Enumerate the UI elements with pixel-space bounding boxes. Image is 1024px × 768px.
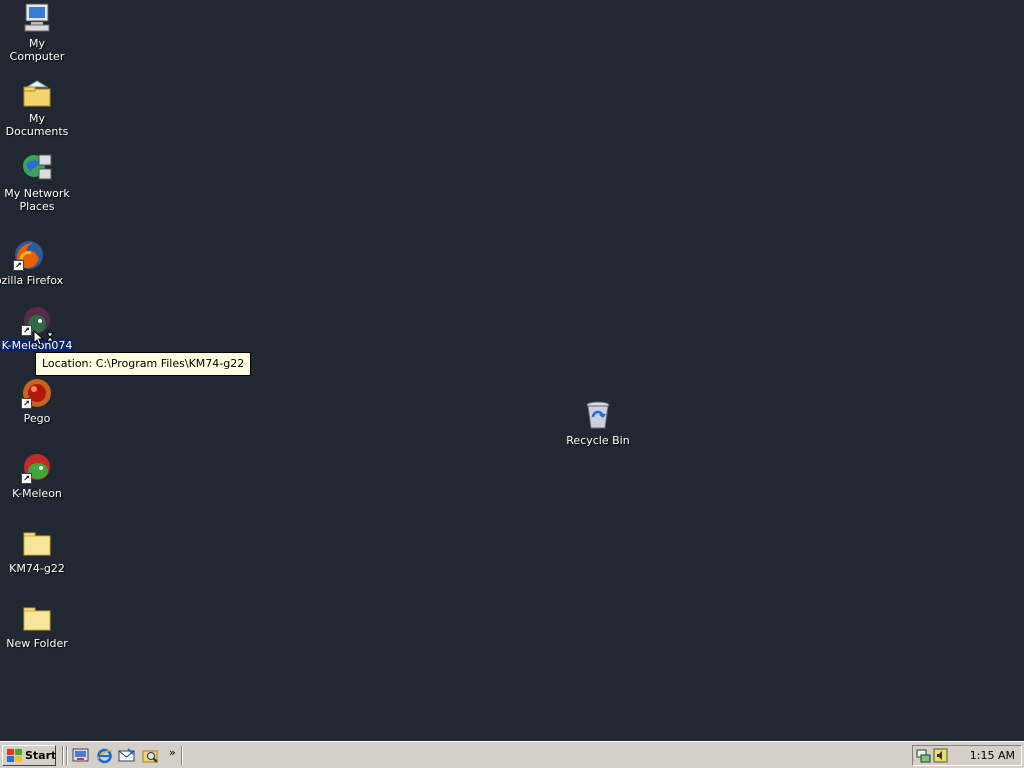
- my-documents-icon: [21, 77, 53, 109]
- desktop-icon-label: Recycle Bin: [566, 434, 630, 447]
- desktop-icon-recycle-bin[interactable]: Recycle Bin: [561, 399, 635, 447]
- desktop-icon-label: New Folder: [6, 637, 68, 650]
- my-computer-icon: [21, 2, 53, 34]
- folder-icon: [21, 602, 53, 634]
- internet-explorer-icon[interactable]: [96, 747, 113, 764]
- folder-icon: [21, 527, 53, 559]
- recycle-bin-icon: [582, 399, 614, 431]
- desktop-icon-my-documents[interactable]: My Documents: [0, 77, 74, 138]
- shortcut-arrow-icon: ↗: [21, 473, 32, 484]
- desktop-icon-label: My Computer: [9, 37, 65, 63]
- show-desktop-icon[interactable]: [72, 747, 89, 764]
- desktop-icon-firefox[interactable]: ↗ ozilla Firefox: [0, 239, 66, 287]
- taskbar: Start » 1:15 AM: [0, 741, 1024, 768]
- desktop[interactable]: My Computer My Documents My Network Plac…: [0, 0, 1024, 741]
- desktop-icon-km74-g22[interactable]: KM74-g22: [0, 527, 74, 575]
- shortcut-arrow-icon: ↗: [21, 325, 32, 336]
- shortcut-arrow-icon: ↗: [21, 398, 32, 409]
- windows-logo-icon: [7, 749, 22, 765]
- start-label: Start: [25, 749, 57, 762]
- desktop-icon-label: Pego: [23, 412, 51, 425]
- network-places-icon: [21, 152, 53, 184]
- network-tray-icon[interactable]: [916, 748, 931, 763]
- desktop-icon-new-folder[interactable]: New Folder: [0, 602, 74, 650]
- desktop-icon-label: My Documents: [5, 112, 69, 138]
- desktop-icon-label: K-Meleon: [12, 487, 62, 500]
- desktop-icon-label: ozilla Firefox: [0, 274, 64, 287]
- shortcut-arrow-icon: ↗: [13, 260, 24, 271]
- quick-launch-chevron[interactable]: »: [169, 746, 176, 759]
- start-button[interactable]: Start: [2, 745, 56, 766]
- desktop-icon-label: KM74-g22: [9, 562, 65, 575]
- taskbar-separator: [181, 746, 183, 765]
- pego-icon: ↗: [21, 377, 53, 409]
- volume-tray-icon[interactable]: [933, 748, 948, 763]
- clock[interactable]: 1:15 AM: [970, 749, 1015, 762]
- mouse-cursor-icon: [33, 329, 55, 351]
- desktop-icon-my-network-places[interactable]: My Network Places: [0, 152, 74, 213]
- firefox-icon: ↗: [13, 239, 45, 271]
- desktop-icon-k-meleon[interactable]: ↗ K-Meleon: [0, 452, 74, 500]
- system-tray: 1:15 AM: [912, 745, 1022, 766]
- location-tooltip: Location: C:\Program Files\KM74-g22: [35, 352, 252, 376]
- desktop-icon-my-computer[interactable]: My Computer: [0, 2, 74, 63]
- taskbar-separator: [62, 746, 64, 765]
- explorer-search-icon[interactable]: [142, 747, 159, 764]
- desktop-icon-pego[interactable]: ↗ Pego: [0, 377, 74, 425]
- desktop-icon-label: My Network Places: [4, 187, 70, 213]
- outlook-express-icon[interactable]: [118, 747, 135, 764]
- taskbar-separator: [66, 746, 68, 765]
- k-meleon-icon: ↗: [21, 452, 53, 484]
